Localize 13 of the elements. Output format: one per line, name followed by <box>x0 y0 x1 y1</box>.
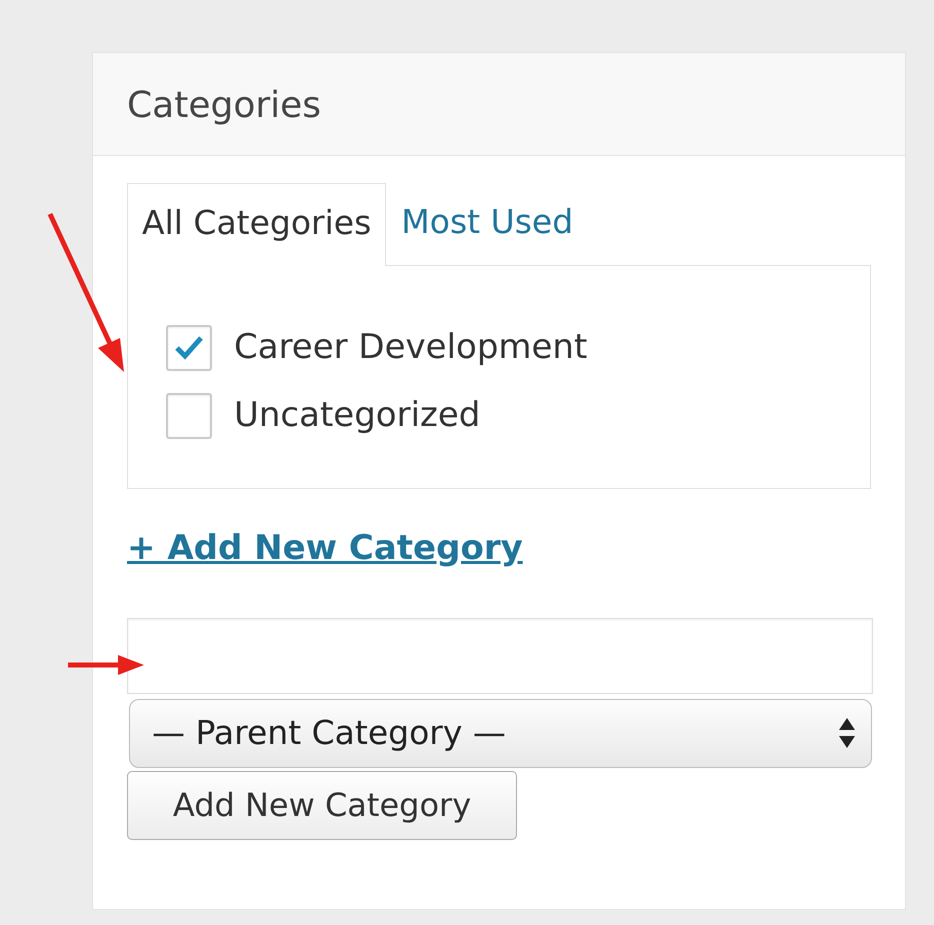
checkmark-icon <box>174 334 204 360</box>
category-label: Uncategorized <box>234 394 480 437</box>
checkbox[interactable] <box>166 324 212 370</box>
panel-title: Categories <box>127 85 322 126</box>
parent-category-select[interactable]: — Parent Category — <box>129 698 872 768</box>
checkbox[interactable] <box>166 392 212 438</box>
tab[interactable]: All Categories <box>127 183 386 266</box>
new-category-field[interactable] <box>127 618 873 694</box>
add-new-category-button[interactable]: Add New Category <box>127 770 517 840</box>
dropdown-arrows-icon <box>837 716 857 750</box>
tab[interactable]: Most Used <box>386 182 588 264</box>
add-new-category-link[interactable]: + Add New Category <box>127 522 523 574</box>
category-label: Career Development <box>234 326 588 369</box>
